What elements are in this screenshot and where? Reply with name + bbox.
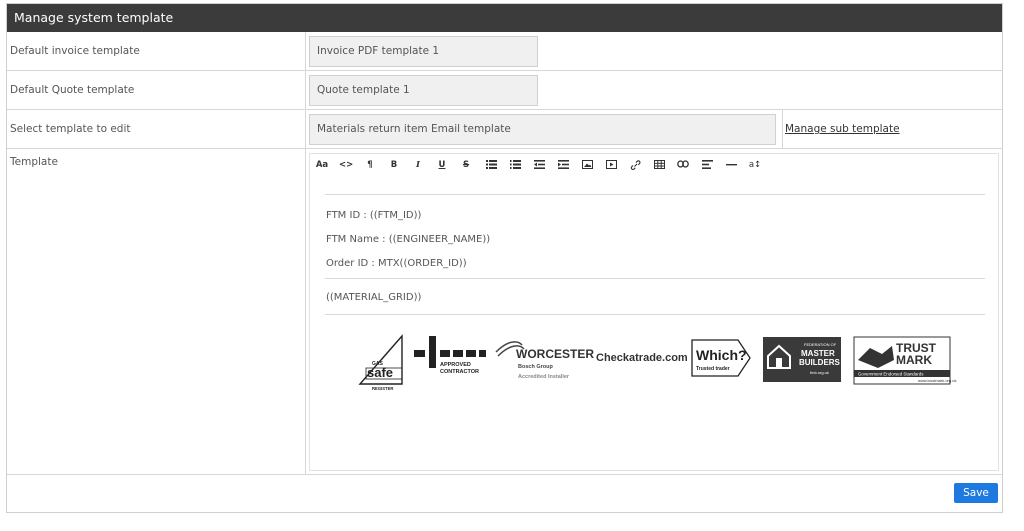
niceic-logo: APPROVED CONTRACTOR [414, 336, 486, 375]
embed-link-icon[interactable] [676, 158, 690, 172]
select-template-label: Select template to edit [10, 123, 131, 135]
worcester-logo: WORCESTER Bosch Group Accredited Install… [495, 341, 594, 380]
divider-line [325, 194, 985, 195]
svg-text:Trusted trader: Trusted trader [696, 366, 730, 372]
svg-text:fmb.org.uk: fmb.org.uk [810, 370, 829, 375]
underline-button[interactable]: U [436, 158, 448, 172]
default-quote-select[interactable]: Quote template 1 [309, 75, 538, 106]
font-size-button[interactable]: a↕ [747, 158, 763, 172]
svg-text:MARK: MARK [896, 353, 932, 367]
link-icon[interactable] [628, 158, 642, 172]
template-to-edit-select[interactable]: Materials return item Email template [309, 114, 776, 145]
svg-text:safe: safe [367, 365, 393, 380]
svg-text:BUILDERS: BUILDERS [799, 358, 841, 367]
video-icon[interactable] [604, 158, 618, 172]
default-invoice-label: Default invoice template [10, 45, 140, 57]
rich-text-editor[interactable]: Aa <> ¶ B I U S a↕ FTM ID: ((FTM_ID)) F… [309, 153, 999, 471]
divider-line [325, 314, 985, 315]
code-view-button[interactable]: <> [339, 158, 353, 172]
ftm-id-line: FTM ID : ((FTM_ID)) [326, 210, 422, 221]
editor-toolbar: Aa <> ¶ B I U S a↕ [310, 154, 998, 176]
table-icon[interactable] [652, 158, 666, 172]
svg-text:MASTER: MASTER [801, 349, 835, 358]
save-button[interactable]: Save [954, 483, 998, 503]
svg-text:www.trustmark.org.uk: www.trustmark.org.uk [918, 378, 956, 383]
template-label: Template [10, 156, 58, 168]
manage-sub-template-link[interactable]: Manage sub template [785, 123, 900, 135]
form-actions: Save [7, 475, 1002, 513]
svg-text:Government Endorsed Standards: Government Endorsed Standards [858, 372, 924, 377]
manage-template-panel: Manage system template Default invoice t… [6, 3, 1003, 513]
image-icon[interactable] [580, 158, 594, 172]
gas-safe-logo: GAS safe REGISTER [358, 334, 403, 391]
default-invoice-select[interactable]: Invoice PDF template 1 [309, 36, 538, 67]
column-divider [305, 110, 306, 148]
column-divider [782, 110, 783, 148]
divider-line [325, 278, 985, 279]
svg-text:APPROVED: APPROVED [440, 362, 471, 368]
svg-text:REGISTER: REGISTER [372, 386, 393, 391]
ordered-list-icon[interactable] [508, 158, 522, 172]
column-divider [305, 71, 306, 109]
row-select-template: Select template to edit Materials return… [7, 110, 1002, 149]
indent-icon[interactable] [556, 158, 570, 172]
trustmark-logo: TRUST MARK Government Endorsed Standards… [853, 336, 956, 385]
svg-text:FEDERATION OF: FEDERATION OF [804, 342, 837, 347]
svg-text:Bosch Group: Bosch Group [518, 364, 553, 370]
svg-text:CONTRACTOR: CONTRACTOR [440, 369, 479, 375]
row-default-quote: Default Quote template Quote template 1 [7, 71, 1002, 110]
order-id-line: Order ID : MTX((ORDER_ID)) [326, 258, 467, 269]
align-icon[interactable] [700, 158, 714, 172]
accreditation-logos: GAS safe REGISTER APPROVED CONTRACTOR WO… [358, 334, 956, 391]
panel-title: Manage system template [7, 4, 1002, 32]
strikethrough-button[interactable]: S [460, 158, 472, 172]
svg-text:WORCESTER: WORCESTER [516, 347, 594, 361]
ftm-name-line: FTM Name : ((ENGINEER_NAME)) [326, 234, 491, 245]
material-grid-line: ((MATERIAL_GRID)) [326, 292, 422, 303]
paragraph-button[interactable]: ¶ [364, 158, 376, 172]
svg-text:Checkatrade.com: Checkatrade.com [596, 352, 688, 364]
svg-text:Which?: Which? [696, 347, 747, 363]
paragraph-format-button[interactable]: Aa [315, 158, 329, 172]
unordered-list-icon[interactable] [484, 158, 498, 172]
svg-text:Accredited Installer: Accredited Installer [518, 374, 570, 380]
italic-button[interactable]: I [412, 158, 424, 172]
default-quote-label: Default Quote template [10, 84, 135, 96]
bold-button[interactable]: B [388, 158, 400, 172]
checkatrade-logo: Checkatrade.com [596, 352, 688, 364]
which-trusted-trader-logo: Which? Trusted trader [691, 339, 751, 377]
horizontal-rule-icon[interactable] [724, 158, 738, 172]
column-divider [305, 32, 306, 70]
fmb-logo: FEDERATION OF MASTER BUILDERS fmb.org.uk [763, 337, 841, 382]
row-default-invoice: Default invoice template Invoice PDF tem… [7, 32, 1002, 71]
row-template: Template Aa <> ¶ B I U S a↕ FTM ID: ((F… [7, 149, 1002, 475]
outdent-icon[interactable] [532, 158, 546, 172]
column-divider [305, 149, 306, 474]
